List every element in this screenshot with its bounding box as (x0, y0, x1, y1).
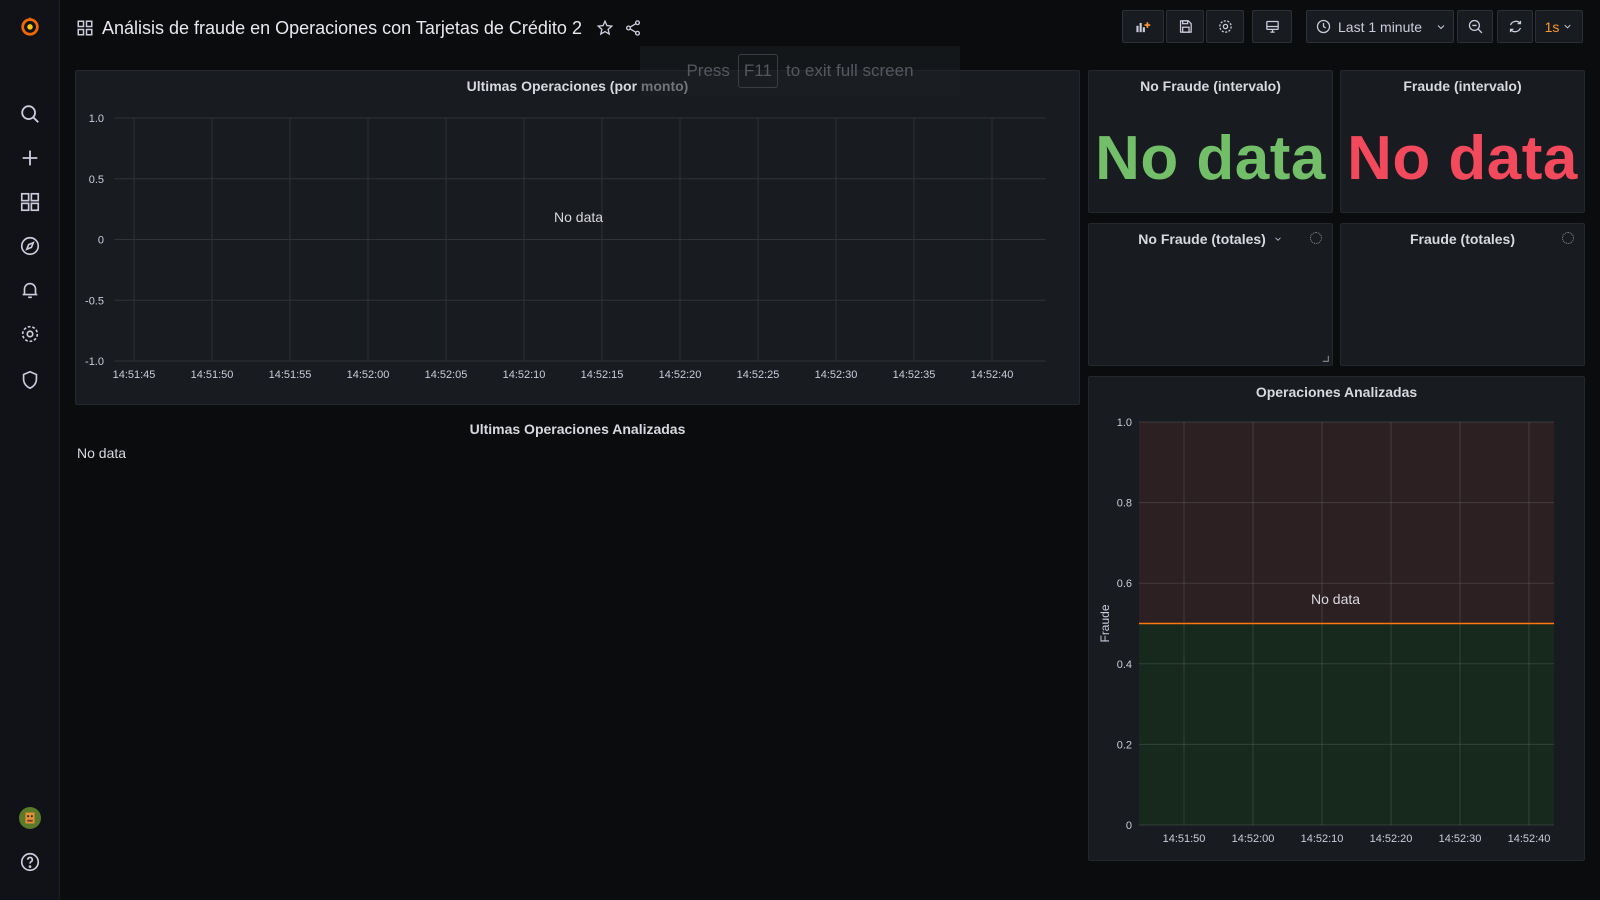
share-icon[interactable] (624, 19, 642, 37)
x-tick-label: 14:52:15 (581, 369, 624, 381)
y-tick-label: 0.2 (1117, 739, 1132, 751)
x-tick-label: 14:52:10 (503, 369, 546, 381)
gear-icon (1218, 20, 1232, 33)
star-icon[interactable] (596, 19, 614, 37)
x-tick-label: 14:52:30 (815, 369, 858, 381)
resize-handle-icon[interactable] (1322, 355, 1329, 362)
help-icon[interactable] (0, 844, 60, 880)
toast-key: F11 (737, 54, 778, 88)
chart-operaciones-analizadas: 1.0 0.8 0.6 0.4 0.2 0 14:51:50 14:52:00 14:52:10… (1098, 417, 1554, 845)
dashboard-grid-icon (77, 20, 93, 36)
clock-icon (1316, 19, 1331, 34)
save-icon (1179, 20, 1192, 33)
configuration-icon[interactable] (0, 316, 60, 352)
x-tick-label: 14:52:05 (425, 369, 468, 381)
chevron-down-icon (1564, 24, 1571, 29)
x-tick-label: 14:52:40 (1508, 833, 1551, 845)
refresh-interval-picker[interactable]: 1s (1535, 10, 1583, 43)
stat-value: No data (1347, 124, 1578, 193)
chart-ultimas-operaciones: 1.0 0.5 0 -0.5 -1.0 14:51:45 14:51:50 14:51:55 1… (85, 113, 1046, 381)
time-range-label: Last 1 minute (1338, 18, 1423, 35)
refresh-button[interactable] (1497, 10, 1533, 43)
x-tick-label: 14:51:50 (1163, 833, 1206, 845)
x-tick-label: 14:52:20 (1370, 833, 1413, 845)
chevron-down-icon (1437, 24, 1445, 29)
x-tick-label: 14:52:30 (1439, 833, 1482, 845)
y-axis-label: Fraude (1098, 604, 1112, 642)
x-tick-label: 14:52:40 (971, 369, 1014, 381)
x-tick-label: 14:52:20 (659, 369, 702, 381)
add-panel-button[interactable] (1122, 10, 1164, 43)
y-tick-label: 0.8 (1117, 498, 1132, 510)
y-tick-label: 0.6 (1117, 578, 1132, 590)
panel-operaciones-analizadas[interactable]: Operaciones Analizadas 1.0 0.8 0.6 0.4 0.2 0 1… (1088, 376, 1585, 861)
grafana-logo[interactable] (0, 8, 60, 44)
avatar[interactable] (0, 800, 60, 836)
panel-title[interactable]: Ultimas Operaciones Analizadas (75, 421, 1080, 437)
y-tick-label: 0.4 (1117, 659, 1132, 671)
panel-ultimas-analizadas[interactable]: Ultimas Operaciones Analizadas No data (75, 410, 1080, 870)
panel-title[interactable]: No Fraude (totales) (1089, 231, 1332, 247)
time-range-picker[interactable]: Last 1 minute (1306, 10, 1454, 43)
explore-icon[interactable] (0, 228, 60, 264)
alerting-icon[interactable] (0, 272, 60, 308)
toast-press: Press (686, 61, 730, 80)
page-title[interactable]: Análisis de fraude en Operaciones con Ta… (102, 18, 582, 39)
x-tick-label: 14:52:10 (1301, 833, 1344, 845)
dashboards-icon[interactable] (0, 184, 60, 220)
y-tick-label: 0 (1126, 820, 1132, 832)
refresh-interval-label: 1s (1544, 18, 1560, 35)
grafana-logo-icon (21, 16, 39, 36)
settings-button[interactable] (1206, 10, 1244, 43)
y-tick-label: 1.0 (89, 113, 104, 125)
x-tick-label: 14:52:00 (1232, 833, 1275, 845)
panel-no-fraude-intervalo[interactable]: No Fraude (intervalo) No data (1088, 70, 1333, 213)
sidebar (0, 0, 60, 900)
zoom-out-button[interactable] (1457, 10, 1493, 43)
panel-title[interactable]: Fraude (intervalo) (1341, 78, 1584, 94)
y-tick-label: 0 (98, 235, 104, 247)
no-data-label: No data (1311, 591, 1361, 607)
x-tick-label: 14:52:00 (347, 369, 390, 381)
zoom-out-icon (1468, 19, 1482, 34)
y-tick-label: 0.5 (89, 174, 104, 186)
y-tick-label: 1.0 (1117, 417, 1132, 429)
panel-fraude-totales[interactable]: Fraude (totales) (1340, 223, 1585, 366)
no-data-label: No data (554, 209, 604, 225)
panel-no-fraude-totales[interactable]: No Fraude (totales) (1088, 223, 1333, 366)
x-tick-label: 14:52:25 (737, 369, 780, 381)
x-tick-label: 14:52:35 (893, 369, 936, 381)
y-tick-label: -0.5 (85, 295, 104, 307)
search-icon[interactable] (0, 96, 60, 132)
x-tick-label: 14:51:55 (269, 369, 312, 381)
panel-ultimas-operaciones[interactable]: Ultimas Operaciones (por monto) 1.0 0.5 0-… (75, 70, 1080, 405)
monitor-icon (1265, 20, 1279, 33)
panel-title[interactable]: Fraude (totales) (1341, 231, 1584, 247)
x-tick-label: 14:51:50 (191, 369, 234, 381)
threshold-region-no-fraude (1139, 623, 1554, 825)
save-button[interactable] (1166, 10, 1204, 43)
chevron-down-icon[interactable] (1273, 234, 1283, 244)
view-mode-button[interactable] (1252, 10, 1292, 43)
shield-icon[interactable] (0, 362, 60, 398)
breadcrumb: Análisis de fraude en Operaciones con Ta… (76, 14, 642, 42)
fullscreen-toast: Press F11 to exit full screen (640, 46, 960, 96)
y-tick-label: -1.0 (85, 356, 104, 368)
add-panel-icon (1135, 22, 1150, 33)
stat-value: No data (1095, 124, 1326, 193)
loading-spinner-icon (1562, 232, 1574, 244)
x-tick-label: 14:51:45 (113, 369, 156, 381)
no-data-label: No data (77, 445, 127, 461)
refresh-icon (1509, 20, 1521, 33)
loading-spinner-icon (1310, 232, 1322, 244)
panel-title-text: No Fraude (totales) (1138, 231, 1266, 247)
toast-rest: to exit full screen (785, 61, 914, 80)
plus-icon[interactable] (0, 140, 60, 176)
panel-fraude-intervalo[interactable]: Fraude (intervalo) No data (1340, 70, 1585, 213)
panel-title[interactable]: No Fraude (intervalo) (1089, 78, 1332, 94)
